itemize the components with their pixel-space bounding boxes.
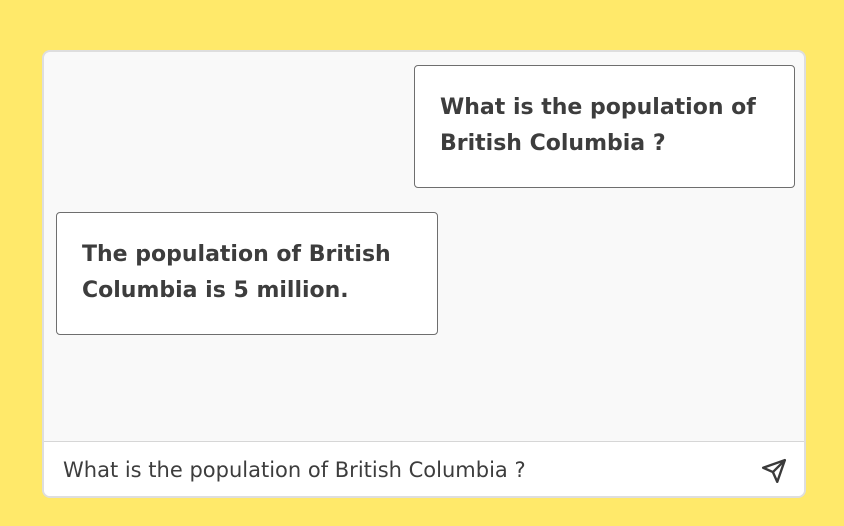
user-message-text: What is the population of British Columb… [440, 95, 756, 156]
user-message-bubble: What is the population of British Columb… [414, 65, 795, 188]
send-icon [761, 458, 787, 484]
bot-message-text: The population of British Columbia is 5 … [82, 242, 391, 303]
message-input[interactable] [44, 442, 744, 496]
chat-window: What is the population of British Columb… [42, 50, 806, 498]
bot-message-bubble: The population of British Columbia is 5 … [56, 212, 438, 335]
message-composer [44, 441, 804, 496]
send-button[interactable] [758, 455, 790, 487]
